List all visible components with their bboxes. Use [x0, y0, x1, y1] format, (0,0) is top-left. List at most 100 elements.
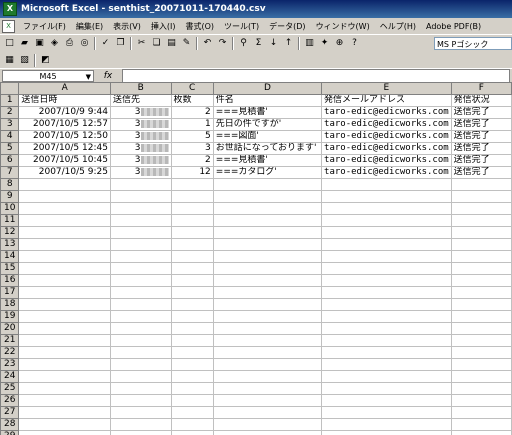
cell[interactable] [18, 238, 111, 251]
cell[interactable] [450, 226, 512, 239]
row-header[interactable]: 29 [0, 430, 20, 435]
cell[interactable]: 送信先 [109, 94, 172, 107]
cell[interactable] [450, 382, 512, 395]
cell[interactable]: 3 [109, 142, 172, 155]
cell[interactable]: 3 [109, 118, 172, 131]
cell[interactable] [212, 262, 323, 275]
row-header[interactable]: 10 [0, 202, 20, 215]
convert-to-pdf-icon[interactable]: ▦ [3, 54, 16, 67]
cell[interactable] [170, 394, 214, 407]
cell[interactable] [321, 370, 452, 383]
cell[interactable] [109, 382, 172, 395]
cell[interactable] [450, 358, 512, 371]
cell[interactable] [450, 394, 512, 407]
menu-window[interactable]: ウィンドウ(W) [311, 21, 375, 32]
cell[interactable] [321, 250, 452, 263]
cell[interactable] [170, 406, 214, 419]
cell[interactable] [170, 274, 214, 287]
cell[interactable]: 2007/10/5 12:45 [18, 142, 111, 155]
cell[interactable]: 2007/10/9 9:44 [18, 106, 111, 119]
cell[interactable] [109, 418, 172, 431]
row-header[interactable]: 26 [0, 394, 20, 407]
cell[interactable]: お世話になっております' [212, 142, 323, 155]
menu-adobe-pdf[interactable]: Adobe PDF(B) [421, 22, 486, 31]
paste-icon[interactable]: ▤ [165, 37, 178, 50]
cell[interactable]: 送信完了 [450, 142, 512, 155]
cell[interactable]: 2007/10/5 12:57 [18, 118, 111, 131]
zoom-icon[interactable]: ⊕ [333, 37, 346, 50]
cell[interactable]: 1 [170, 118, 214, 131]
cell[interactable] [321, 310, 452, 323]
cell[interactable] [109, 394, 172, 407]
row-header[interactable]: 28 [0, 418, 20, 431]
cell[interactable]: ===見積書' [212, 106, 323, 119]
cell[interactable] [321, 262, 452, 275]
cell[interactable]: 2 [170, 106, 214, 119]
cell[interactable] [18, 334, 111, 347]
cell[interactable] [170, 226, 214, 239]
menu-insert[interactable]: 挿入(I) [146, 21, 181, 32]
cell[interactable]: 3 [109, 154, 172, 167]
cell[interactable] [212, 358, 323, 371]
cell[interactable] [18, 310, 111, 323]
cell[interactable]: 2007/10/5 10:45 [18, 154, 111, 167]
cell[interactable] [321, 178, 452, 191]
row-header[interactable]: 6 [0, 154, 20, 167]
cell[interactable]: ===図面' [212, 130, 323, 143]
cell[interactable]: 12 [170, 166, 214, 179]
drawing-icon[interactable]: ✦ [318, 37, 331, 50]
cell[interactable] [212, 382, 323, 395]
cell[interactable] [321, 274, 452, 287]
cell[interactable] [450, 190, 512, 203]
row-header[interactable]: 17 [0, 286, 20, 299]
cell[interactable] [109, 322, 172, 335]
cell[interactable] [170, 286, 214, 299]
column-header-e[interactable]: E [321, 82, 452, 95]
cell[interactable] [18, 286, 111, 299]
cell[interactable] [212, 226, 323, 239]
row-header[interactable]: 27 [0, 406, 20, 419]
cell[interactable] [212, 430, 323, 435]
column-header-c[interactable]: C [170, 82, 214, 95]
cell[interactable] [109, 334, 172, 347]
cell[interactable]: 3 [170, 142, 214, 155]
cell[interactable] [109, 310, 172, 323]
cell[interactable] [109, 274, 172, 287]
cell[interactable] [450, 286, 512, 299]
column-header-d[interactable]: D [212, 82, 323, 95]
cell[interactable] [109, 190, 172, 203]
hyperlink-icon[interactable]: ⚲ [237, 37, 250, 50]
formula-input[interactable] [122, 69, 510, 83]
cell[interactable]: taro-edic@edicworks.com [321, 106, 452, 119]
cell[interactable]: taro-edic@edicworks.com [321, 166, 452, 179]
research-icon[interactable]: ❐ [114, 37, 127, 50]
copy-icon[interactable]: ❏ [150, 37, 163, 50]
row-header[interactable]: 18 [0, 298, 20, 311]
autosum-icon[interactable]: Σ [252, 37, 265, 50]
cell[interactable] [109, 178, 172, 191]
cell[interactable] [170, 214, 214, 227]
cell[interactable] [450, 418, 512, 431]
function-icon[interactable]: fx [94, 71, 122, 81]
cell[interactable] [212, 334, 323, 347]
cell[interactable]: 件名 [212, 94, 323, 107]
row-header[interactable]: 7 [0, 166, 20, 179]
cell[interactable] [450, 346, 512, 359]
row-header[interactable]: 9 [0, 190, 20, 203]
cell[interactable]: 発信メールアドレス [321, 94, 452, 107]
row-header[interactable]: 16 [0, 274, 20, 287]
cell[interactable] [170, 178, 214, 191]
cell[interactable] [450, 238, 512, 251]
cell[interactable] [321, 226, 452, 239]
row-header[interactable]: 19 [0, 310, 20, 323]
select-all-corner[interactable] [0, 82, 20, 95]
cell[interactable]: 送信完了 [450, 118, 512, 131]
cell[interactable]: 3 [109, 106, 172, 119]
font-name-select[interactable]: MS Pゴシック [434, 37, 512, 50]
cell[interactable] [212, 190, 323, 203]
cell[interactable] [18, 202, 111, 215]
cell[interactable] [109, 370, 172, 383]
cell[interactable] [109, 286, 172, 299]
cell[interactable] [109, 202, 172, 215]
cell[interactable] [321, 430, 452, 435]
